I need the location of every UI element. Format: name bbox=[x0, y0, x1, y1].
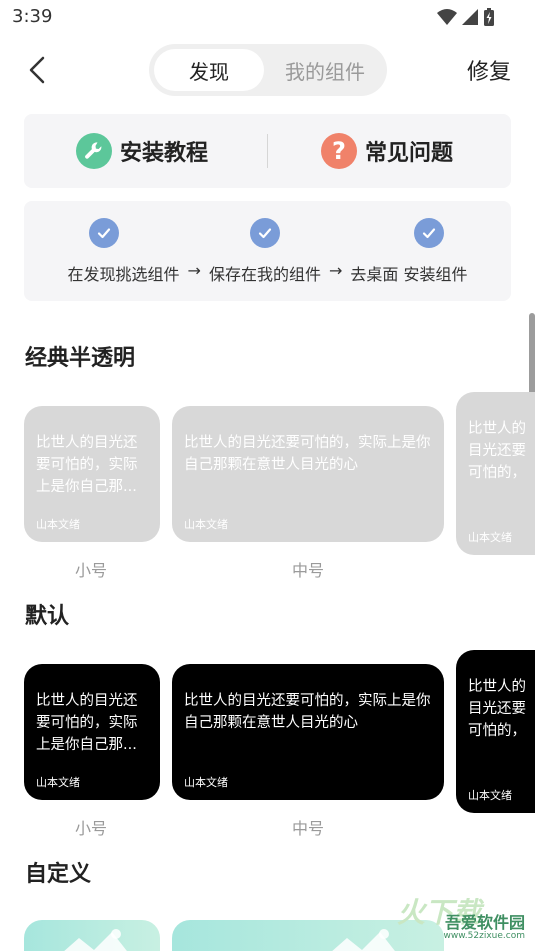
section-title-default: 默认 bbox=[25, 604, 70, 629]
widget-author: 山本文绪 bbox=[468, 531, 512, 544]
step-1-label: 在发现挑选组件 bbox=[67, 265, 180, 284]
widget-quote: 比世人的目光还要可怕的，实际上是你自己那... bbox=[36, 435, 138, 495]
widget-classic-medium[interactable]: 比世人的目光还要可怕的，实际上是你自己那颗在意世人目光的心 山本文绪 bbox=[172, 406, 444, 542]
widget-classic-large[interactable]: 比世人的目光还要可怕的，实际上是你自己那颗在意世人目光的心 山本文绪 bbox=[456, 392, 535, 555]
widget-author: 山本文绪 bbox=[184, 518, 228, 531]
widget-quote: 比世人的目光还要可怕的，实际上是你自己那颗在意世人目光的心 bbox=[468, 679, 526, 739]
battery-charging-icon bbox=[484, 8, 494, 26]
widget-default-small[interactable]: 比世人的目光还要可怕的，实际上是你自己那... 山本文绪 bbox=[24, 664, 160, 800]
section-title-classic: 经典半透明 bbox=[25, 346, 136, 371]
help-card: 安装教程 ? 常见问题 bbox=[24, 114, 511, 188]
segmented-tabs: 发现 我的组件 bbox=[149, 44, 387, 96]
landscape-icon bbox=[64, 929, 127, 951]
cellular-signal-icon bbox=[462, 9, 478, 25]
arrow-right-icon: → bbox=[328, 261, 343, 280]
widget-custom-small[interactable] bbox=[24, 920, 160, 951]
steps-text: 在发现挑选组件 → 保存在我的组件 → 去桌面 安装组件 bbox=[24, 261, 511, 285]
status-bar: 3:39 bbox=[0, 0, 535, 36]
tutorial-button[interactable]: 安装教程 bbox=[76, 133, 208, 169]
step-2-label: 保存在我的组件 bbox=[208, 265, 321, 284]
watermark-url: www.52zixue.com bbox=[443, 931, 525, 941]
widget-classic-small[interactable]: 比世人的目光还要可怕的，实际上是你自己那... 山本文绪 bbox=[24, 406, 160, 542]
widget-quote: 比世人的目光还要可怕的，实际上是你自己那... bbox=[36, 693, 138, 753]
chevron-left-icon bbox=[29, 56, 45, 84]
step-3-label: 去桌面 安装组件 bbox=[350, 265, 468, 284]
steps-card: 在发现挑选组件 → 保存在我的组件 → 去桌面 安装组件 bbox=[24, 201, 511, 301]
top-bar: 发现 我的组件 修复 bbox=[0, 36, 535, 104]
help-divider bbox=[267, 134, 268, 168]
watermark-name: 吾爱软件园 bbox=[444, 913, 525, 932]
check-icon bbox=[414, 218, 444, 248]
faq-button[interactable]: ? 常见问题 bbox=[321, 133, 453, 169]
tutorial-label: 安装教程 bbox=[120, 141, 209, 166]
widget-quote: 比世人的目光还要可怕的，实际上是你自己那颗在意世人目光的心 bbox=[184, 693, 431, 731]
tab-my-widgets[interactable]: 我的组件 bbox=[269, 49, 381, 91]
watermark: 火下载 吾爱软件园 www.52zixue.com bbox=[395, 891, 531, 947]
wrench-icon bbox=[76, 133, 112, 169]
widget-author: 山本文绪 bbox=[184, 776, 228, 789]
wifi-icon bbox=[437, 9, 457, 25]
arrow-right-icon: → bbox=[187, 261, 201, 280]
status-time: 3:39 bbox=[12, 6, 53, 27]
widget-author: 山本文绪 bbox=[468, 789, 512, 802]
size-label-small: 小号 bbox=[75, 561, 108, 580]
faq-label: 常见问题 bbox=[365, 141, 454, 166]
section-title-custom: 自定义 bbox=[25, 862, 92, 887]
check-icon bbox=[250, 218, 280, 248]
status-icons bbox=[437, 7, 495, 27]
size-label-medium: 中号 bbox=[292, 561, 325, 580]
widget-default-large[interactable]: 比世人的目光还要可怕的，实际上是你自己那颗在意世人目光的心 山本文绪 bbox=[456, 650, 535, 813]
widget-author: 山本文绪 bbox=[36, 776, 80, 789]
widget-author: 山本文绪 bbox=[36, 518, 80, 531]
question-icon: ? bbox=[321, 133, 357, 169]
size-label-medium: 中号 bbox=[292, 819, 325, 838]
repair-button[interactable]: 修复 bbox=[467, 54, 511, 86]
widget-default-medium[interactable]: 比世人的目光还要可怕的，实际上是你自己那颗在意世人目光的心 山本文绪 bbox=[172, 664, 444, 800]
widget-quote: 比世人的目光还要可怕的，实际上是你自己那颗在意世人目光的心 bbox=[184, 435, 431, 473]
tab-discover[interactable]: 发现 bbox=[154, 49, 264, 91]
check-icon bbox=[89, 218, 119, 248]
widget-quote: 比世人的目光还要可怕的，实际上是你自己那颗在意世人目光的心 bbox=[468, 421, 526, 481]
size-label-small: 小号 bbox=[75, 819, 108, 838]
back-button[interactable] bbox=[22, 54, 52, 86]
